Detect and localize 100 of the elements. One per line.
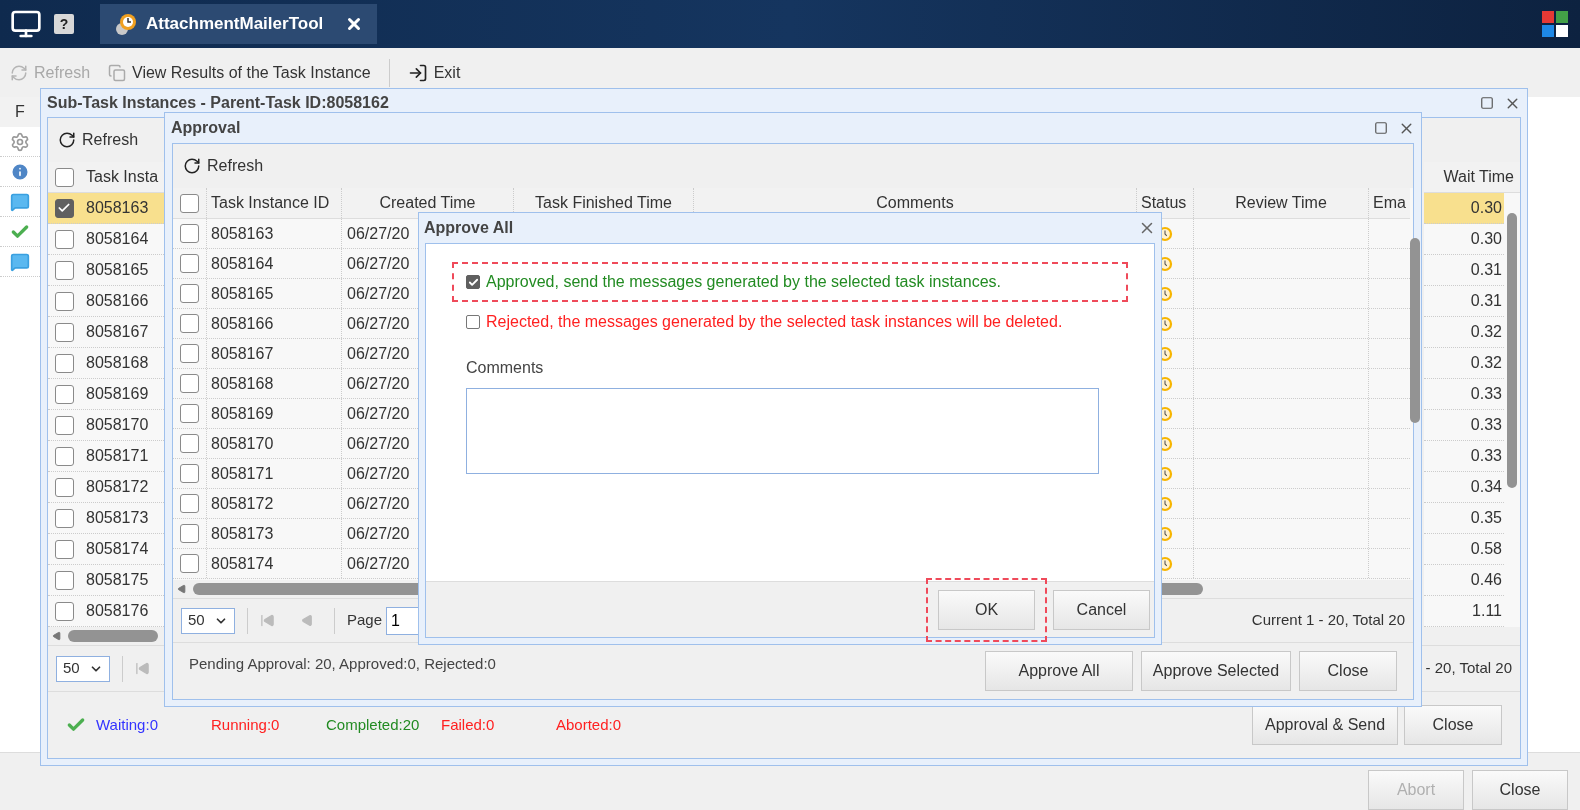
checkbox[interactable] (180, 494, 199, 513)
status-count: Failed:0 (441, 716, 495, 733)
checkbox[interactable] (180, 224, 199, 243)
table-cell: 0.31 (1424, 255, 1504, 286)
table-cell: 8058168 (206, 369, 341, 398)
app-tab[interactable]: AttachmentMailerTool (100, 4, 378, 44)
table-cell: 8058171 (206, 459, 341, 488)
table-cell-text: 8058176 (85, 601, 150, 621)
checkbox[interactable] (54, 601, 74, 621)
page-label: Page (347, 610, 383, 631)
checkbox[interactable] (54, 322, 74, 342)
table-cell: 8058174 (206, 549, 341, 578)
approval-summary: Pending Approval: 20, Approved:0, Rejected:0 (189, 654, 496, 674)
table-cell: 0.58 (1424, 534, 1504, 565)
check-icon (57, 201, 71, 215)
checkbox[interactable] (54, 260, 74, 280)
toolbar-button[interactable]: View Results of the Task Instance (108, 60, 371, 85)
button[interactable]: Close (1472, 769, 1568, 810)
checkbox[interactable] (180, 374, 199, 393)
scrollbar-thumb[interactable] (1409, 238, 1420, 423)
toolbar-button[interactable]: Exit (407, 60, 461, 85)
checkbox[interactable] (54, 198, 74, 218)
checkbox[interactable] (54, 291, 74, 311)
status-count: Waiting:0 (96, 716, 158, 733)
table-cell-text: 8058169 (85, 384, 150, 404)
table-cell: 8058170 (206, 429, 341, 458)
checkbox[interactable] (54, 415, 74, 435)
checkbox[interactable] (466, 315, 480, 329)
checkbox[interactable] (54, 570, 74, 590)
checkbox[interactable] (54, 477, 74, 497)
help-button[interactable]: ? (54, 14, 74, 34)
comments-field[interactable] (466, 388, 1099, 474)
checkbox[interactable] (54, 446, 74, 466)
checkbox[interactable] (180, 193, 199, 213)
table-cell-text: 8058167 (85, 322, 150, 342)
table-cell-text: 8058174 (85, 539, 150, 559)
refresh-button[interactable]: Refresh (58, 128, 139, 152)
table-cell: 0.35 (1424, 503, 1504, 534)
scrollbar-thumb[interactable] (1507, 213, 1517, 488)
checkbox[interactable] (54, 229, 74, 249)
checkbox[interactable] (180, 434, 199, 453)
button[interactable]: Approve Selected (1141, 651, 1291, 691)
table-cell-text: 8058164 (85, 229, 150, 249)
button[interactable]: Approve All (985, 651, 1133, 691)
table-cell-text: 8058163 (85, 198, 150, 218)
button[interactable]: Cancel (1053, 589, 1150, 630)
column-header[interactable]: Review Time (1193, 188, 1368, 218)
info-icon[interactable] (10, 161, 30, 182)
checkbox[interactable] (180, 254, 199, 273)
scrollbar-thumb[interactable] (68, 630, 158, 642)
table-cell-text: 8058173 (85, 508, 150, 528)
checkbox[interactable] (180, 464, 199, 483)
checkbox[interactable] (180, 554, 199, 573)
checkbox[interactable] (466, 275, 480, 289)
checkbox[interactable] (54, 508, 74, 528)
refresh-icon (10, 63, 28, 82)
checkbox[interactable] (180, 524, 199, 543)
table-cell: 0.34 (1424, 472, 1504, 503)
maximize-icon[interactable] (1480, 96, 1494, 110)
checkbox[interactable] (180, 284, 199, 303)
refresh-icon (58, 131, 76, 149)
table-cell: 8058169 (206, 399, 341, 428)
gear-icon[interactable] (10, 131, 30, 152)
page-size-select[interactable]: 50 (56, 655, 110, 682)
checkbox[interactable] (54, 353, 74, 373)
table-cell-text: 8058172 (85, 477, 150, 497)
pager-summary: Current 1 - 20, Total 20 (1251, 610, 1405, 631)
page-field[interactable]: 1 (386, 606, 421, 635)
button[interactable]: Close (1299, 651, 1397, 691)
checkbox[interactable] (180, 344, 199, 363)
maximize-icon[interactable] (1374, 121, 1388, 135)
table-cell: 8058166 (206, 309, 341, 338)
button[interactable]: Close (1404, 705, 1502, 745)
column-header[interactable]: Ema (1368, 188, 1410, 218)
refresh-button[interactable]: Refresh (183, 154, 264, 178)
chat-icon[interactable] (10, 251, 30, 272)
button[interactable]: OK (938, 589, 1035, 630)
table-cell: 8058165 (206, 279, 341, 308)
button[interactable]: Approval & Send (1252, 705, 1398, 745)
checkbox[interactable] (54, 384, 74, 404)
checkbox[interactable] (54, 539, 74, 559)
table-cell: 0.33 (1424, 410, 1504, 441)
scroll-left-icon[interactable] (52, 631, 62, 641)
chat-icon[interactable] (10, 191, 30, 212)
checkbox[interactable] (54, 167, 74, 187)
option-row[interactable]: Approved, send the messages generated by the selected task instances. (452, 262, 1128, 302)
monitor-icon[interactable] (10, 8, 42, 40)
pager-summary: - 20, Total 20 (1425, 658, 1512, 679)
column-header[interactable]: Wait Time (1424, 162, 1520, 193)
table-cell-text: 8058168 (85, 353, 150, 373)
copy-icon (108, 63, 127, 82)
checkbox[interactable] (180, 314, 199, 333)
table-cell: 0.32 (1424, 348, 1504, 379)
page-size-select[interactable]: 50 (181, 607, 235, 634)
table-cell: 0.33 (1424, 379, 1504, 410)
scroll-left-icon[interactable] (177, 584, 187, 594)
table-cell-text: 8058165 (85, 260, 150, 280)
table-cell: 0.30 (1424, 224, 1504, 255)
checkbox[interactable] (180, 404, 199, 423)
column-header[interactable]: Task Instance ID (206, 188, 341, 218)
